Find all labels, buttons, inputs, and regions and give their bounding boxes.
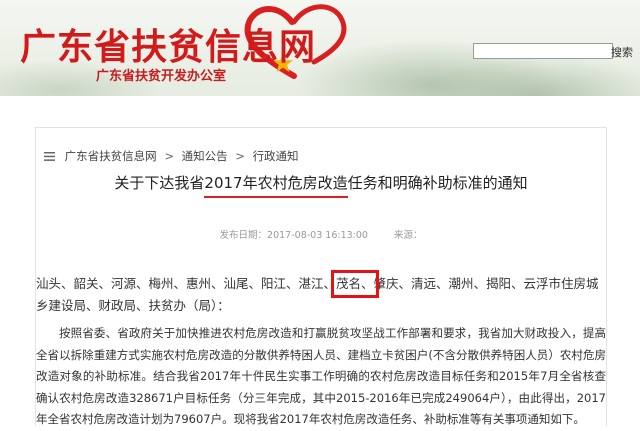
site-subtitle: 广东省扶贫开发办公室 — [96, 69, 227, 84]
breadcrumb-separator: > — [235, 149, 245, 163]
recipients-before: 汕头、韶关、河源、梅州、惠州、汕尾、阳江、湛江、 — [36, 276, 337, 291]
title-suffix: 任务和明确补助标准的通知 — [347, 174, 528, 192]
title-prefix: 关于下达我省 — [114, 174, 205, 192]
article-title: 关于下达我省2017年农村危房改造任务和明确补助标准的通知 — [36, 172, 606, 198]
article-meta: 发布日期：2017-08-03 16:13:00 来源： — [36, 227, 606, 241]
site-header: 广东省扶贫信息网 广东省扶贫开发办公室 搜索 — [0, 0, 640, 96]
published-label: 发布日期： — [219, 230, 268, 241]
site-title: 广东省扶贫信息网 — [20, 27, 317, 68]
breadcrumb-notices-link[interactable]: 通知公告 — [182, 149, 228, 163]
article-panel: 广东省扶贫信息网 > 通知公告 > 行政通知 关于下达我省2017年农村危房改造… — [35, 127, 607, 426]
published-date: 2017-08-03 16:13:00 — [267, 230, 368, 241]
article-body-paragraph: 按照省委、省政府关于加快推进农村危房改造和打赢脱贫攻坚战工作部署和要求，我省加大… — [36, 326, 606, 426]
source-label: 来源： — [393, 230, 423, 241]
breadcrumb-admin-notices-link[interactable]: 行政通知 — [253, 149, 299, 163]
breadcrumb-separator: > — [164, 149, 174, 163]
search-button[interactable]: 搜索 — [611, 44, 633, 60]
recipients-line: 汕头、韶关、河源、梅州、惠州、汕尾、阳江、湛江、茂名、肇庆、清远、潮州、揭阳、云… — [36, 270, 606, 317]
menu-lines-icon — [44, 152, 55, 161]
recipient-maoming-highlight: 茂名、 — [331, 270, 379, 298]
breadcrumb: 广东省扶贫信息网 > 通知公告 > 行政通知 — [44, 148, 299, 164]
breadcrumb-home-link[interactable]: 广东省扶贫信息网 — [65, 149, 157, 163]
title-highlight: 2017年农村危房改造 — [204, 174, 348, 198]
search-input[interactable] — [473, 43, 613, 59]
